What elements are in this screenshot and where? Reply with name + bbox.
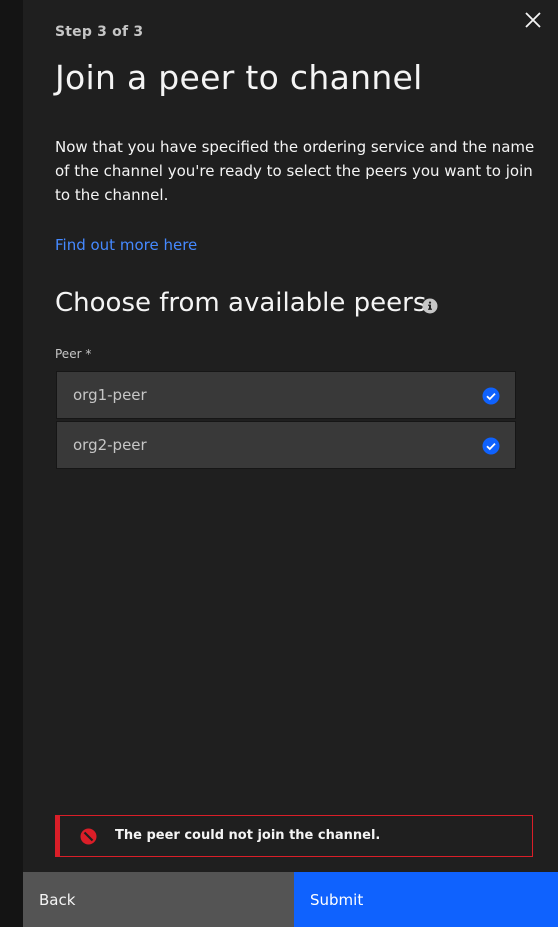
- page-title: Join a peer to channel: [55, 58, 423, 97]
- page-backdrop: [0, 0, 23, 927]
- step-label: Step 3 of 3: [55, 24, 144, 40]
- peer-option-org1[interactable]: org1-peer: [56, 371, 516, 419]
- peer-name: org2-peer: [73, 436, 147, 454]
- description: Now that you have specified the ordering…: [55, 138, 535, 204]
- peer-option-org2[interactable]: org2-peer: [56, 421, 516, 469]
- peer-name: org1-peer: [73, 386, 147, 404]
- error-message: The peer could not join the channel.: [115, 828, 381, 843]
- error-notification: The peer could not join the channel.: [55, 815, 533, 857]
- close-icon: [525, 12, 541, 28]
- side-panel: Step 3 of 3 Join a peer to channel Now t…: [23, 0, 558, 927]
- section-title: Choose from available peers: [55, 288, 427, 318]
- error-icon: [80, 828, 97, 845]
- checkmark-filled-icon: [482, 387, 500, 405]
- checkmark-filled-icon: [482, 437, 500, 455]
- submit-button[interactable]: Submit: [294, 872, 558, 927]
- find-out-more-link[interactable]: Find out more here: [55, 236, 197, 254]
- error-accent-bar: [56, 816, 60, 856]
- peer-field-label: Peer *: [55, 347, 92, 361]
- peer-list: org1-peer org2-peer: [56, 371, 516, 471]
- back-button[interactable]: Back: [23, 872, 294, 927]
- info-button[interactable]: [422, 298, 438, 314]
- info-icon: [422, 298, 438, 314]
- close-button[interactable]: [521, 8, 545, 32]
- footer-actions: Back Submit: [23, 872, 558, 927]
